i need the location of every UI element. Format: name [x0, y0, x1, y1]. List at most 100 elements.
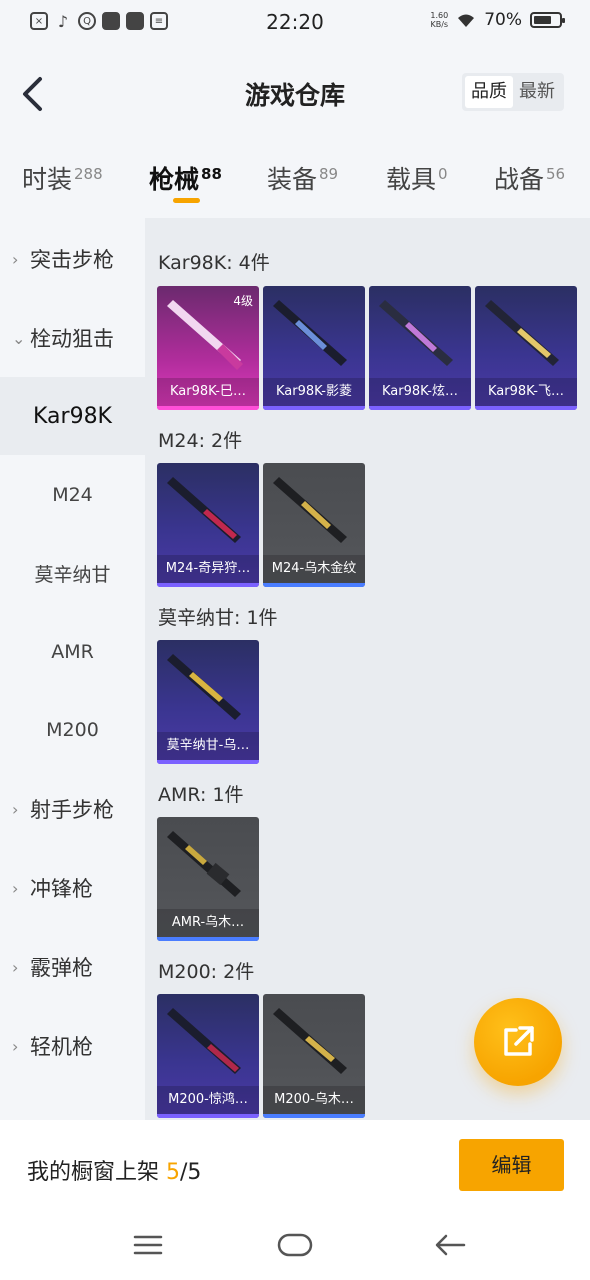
skin-card[interactable]: 莫辛纳甘-乌… — [157, 640, 259, 764]
sidebar-item-assault-rifle[interactable]: › 突击步枪 — [0, 220, 145, 298]
showcase-count-total: /5 — [180, 1160, 202, 1185]
tab-vehicles[interactable]: 载具 0 — [386, 160, 448, 196]
skin-name: Kar98K-炫… — [369, 378, 471, 406]
tab-count: 288 — [74, 164, 103, 183]
showcase-bar: 我的橱窗上架 5/5 编辑 — [0, 1120, 590, 1212]
tab-equipment[interactable]: 装备 89 — [267, 160, 338, 196]
sidebar-item-label: 突击步枪 — [30, 248, 114, 272]
skin-name: Kar98K-飞… — [475, 378, 577, 406]
tab-label: 战备 — [494, 165, 545, 194]
quality-bar — [157, 760, 259, 764]
rifle-icon — [379, 300, 453, 366]
sidebar-item-kar98k[interactable]: Kar98K — [0, 377, 145, 455]
chevron-down-icon: ⌄ — [12, 328, 26, 348]
sidebar-item-label: 射手步枪 — [30, 798, 114, 822]
skin-card[interactable]: M24-乌木金纹 — [263, 463, 365, 587]
tab-fashion[interactable]: 时装 288 — [22, 160, 103, 196]
showcase-status: 我的橱窗上架 5/5 — [27, 1154, 201, 1186]
weapon-category-sidebar: › 突击步枪 ⌄ 栓动狙击 Kar98K M24 莫辛纳甘 AMR M200 › 射手… — [0, 220, 145, 1120]
skin-card[interactable]: Kar98K-影菱 — [263, 286, 365, 410]
rifle-icon — [485, 300, 559, 366]
rifle-icon — [273, 1008, 347, 1074]
sidebar-item-m200[interactable]: M200 — [0, 691, 145, 769]
tab-count: 56 — [546, 164, 566, 183]
tab-guns[interactable]: 枪械 88 — [149, 160, 222, 196]
speed-unit: KB/s — [430, 20, 449, 29]
rifle-icon — [167, 831, 241, 897]
sidebar-item-amr[interactable]: AMR — [0, 613, 145, 691]
sort-toggle: 品质 最新 — [462, 73, 564, 111]
skin-name: AMR-乌木… — [157, 909, 259, 937]
share-fab-button[interactable] — [474, 998, 562, 1086]
skin-name: M24-乌木金纹 — [263, 555, 365, 583]
menu-nav-button[interactable] — [128, 1230, 168, 1260]
sidebar-item-label: 轻机枪 — [30, 1035, 93, 1059]
skin-name: Kar98K-巳… — [157, 378, 259, 406]
skin-name: M200-惊鸿… — [157, 1086, 259, 1114]
battery-icon — [530, 12, 565, 28]
skin-card[interactable]: AMR-乌木… — [157, 817, 259, 941]
tab-label: 时装 — [22, 165, 73, 194]
edit-button[interactable]: 编辑 — [459, 1139, 564, 1191]
chevron-right-icon: › — [12, 1036, 19, 1056]
quality-bar — [157, 583, 259, 587]
sidebar-item-label: 栓动狙击 — [30, 327, 114, 351]
sort-quality-button[interactable]: 品质 — [465, 76, 513, 108]
battery-percent: 70% — [484, 10, 522, 30]
skin-card[interactable]: Kar98K-飞… — [475, 286, 577, 410]
rifle-icon — [167, 654, 241, 720]
quality-bar — [157, 1114, 259, 1118]
back-nav-button[interactable] — [430, 1230, 470, 1260]
tab-label: 枪械 — [149, 165, 200, 194]
quality-bar — [369, 406, 471, 410]
sidebar-item-lmg[interactable]: › 轻机枪 — [0, 1007, 145, 1085]
sidebar-item-mosin[interactable]: 莫辛纳甘 — [0, 534, 145, 612]
sort-newest-button[interactable]: 最新 — [513, 76, 561, 108]
skin-card[interactable]: M24-奇异狩… — [157, 463, 259, 587]
speed-value: 1.60 — [430, 11, 449, 20]
system-nav-bar — [0, 1212, 590, 1280]
chevron-right-icon: › — [12, 799, 19, 819]
group-title-kar98k: Kar98K: 4件 — [158, 252, 270, 274]
tab-supplies[interactable]: 战备 56 — [494, 160, 565, 196]
sidebar-item-label: 霰弹枪 — [30, 956, 93, 980]
showcase-label: 我的橱窗上架 — [27, 1160, 166, 1185]
group-title-m24: M24: 2件 — [158, 430, 243, 452]
arrow-left-icon — [435, 1234, 466, 1256]
weapon-grid: Kar98K: 4件 4级 Kar98K-巳… Kar98K-影菱 Kar98K… — [145, 218, 590, 1120]
wifi-icon — [458, 14, 475, 27]
skin-card[interactable]: M200-乌木… — [263, 994, 365, 1118]
sidebar-item-bolt-sniper[interactable]: ⌄ 栓动狙击 — [0, 299, 145, 377]
sidebar-item-marksman-rifle[interactable]: › 射手步枪 — [0, 770, 145, 848]
tier-badge: 4级 — [233, 294, 253, 308]
app-root: × ♪ Q ≡ 22:20 1.60 KB/s 70% 游戏仓库 品质 最新 时… — [0, 0, 590, 1280]
status-right: 1.60 KB/s 70% — [430, 10, 565, 30]
rifle-icon — [273, 477, 347, 543]
skin-card[interactable]: M200-惊鸿… — [157, 994, 259, 1118]
chevron-right-icon: › — [12, 957, 19, 977]
quality-bar — [263, 583, 365, 587]
group-title-mosin: 莫辛纳甘: 1件 — [158, 607, 278, 629]
sidebar-item-m24[interactable]: M24 — [0, 456, 145, 534]
header: 游戏仓库 品质 最新 — [0, 46, 590, 142]
skin-card[interactable]: Kar98K-炫… — [369, 286, 471, 410]
quality-bar — [157, 406, 259, 410]
skin-card[interactable]: 4级 Kar98K-巳… — [157, 286, 259, 410]
menu-icon — [133, 1235, 163, 1255]
tab-label: 装备 — [267, 165, 318, 194]
status-bar: × ♪ Q ≡ 22:20 1.60 KB/s 70% — [0, 0, 590, 46]
share-external-icon — [504, 1026, 534, 1056]
sidebar-item-smg[interactable]: › 冲锋枪 — [0, 849, 145, 927]
quality-bar — [157, 937, 259, 941]
home-icon — [277, 1233, 313, 1257]
rifle-icon — [167, 1008, 241, 1074]
skin-name: M200-乌木… — [263, 1086, 365, 1114]
active-tab-indicator — [173, 198, 200, 203]
rifle-icon — [167, 477, 241, 543]
sidebar-item-label: 冲锋枪 — [30, 877, 93, 901]
home-nav-button[interactable] — [275, 1230, 315, 1260]
skin-name: M24-奇异狩… — [157, 555, 259, 583]
group-title-m200: M200: 2件 — [158, 961, 255, 983]
skin-name: 莫辛纳甘-乌… — [157, 732, 259, 760]
sidebar-item-shotgun[interactable]: › 霰弹枪 — [0, 928, 145, 1006]
